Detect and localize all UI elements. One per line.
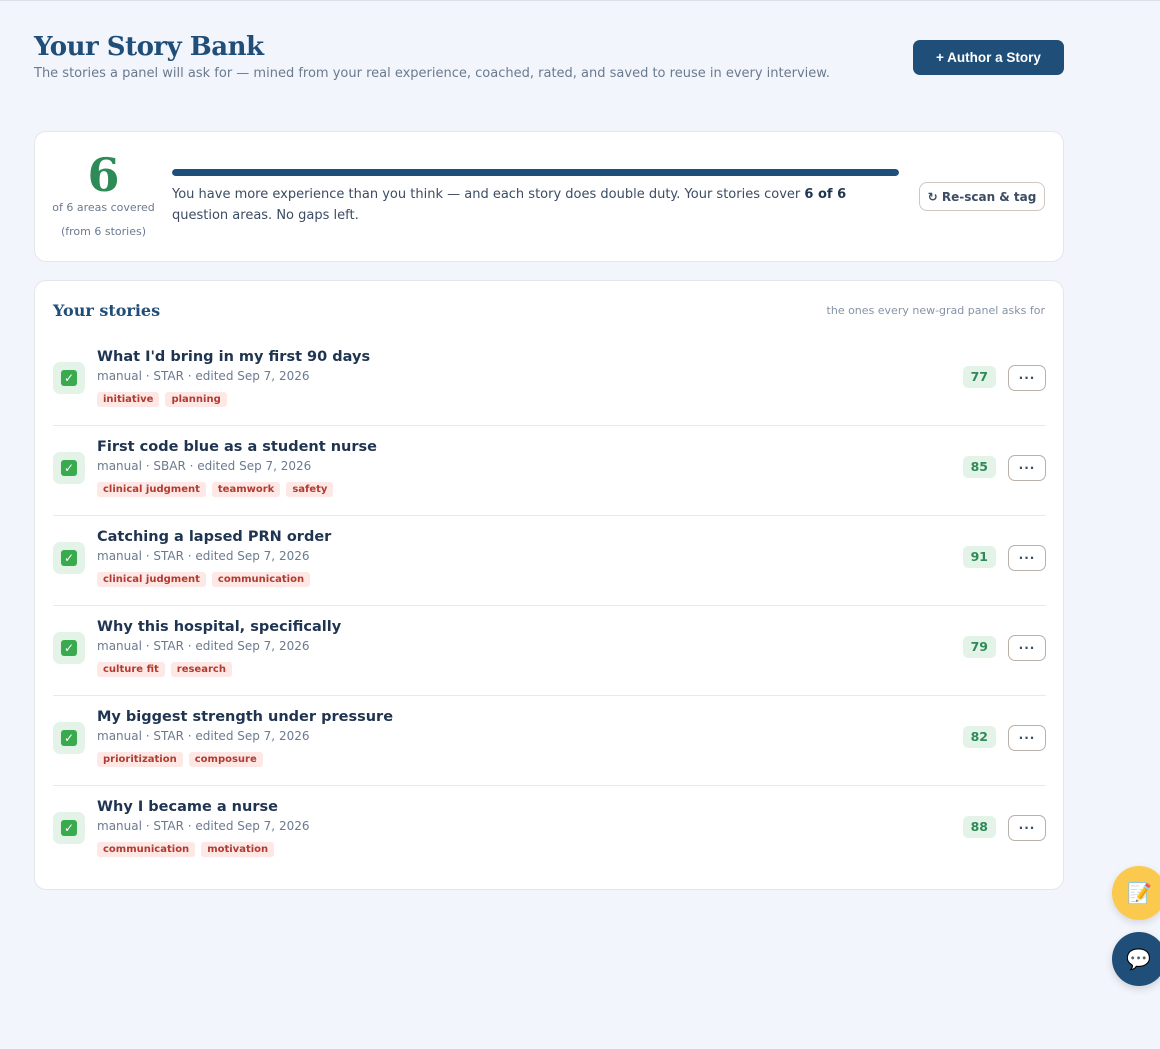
story-score-badge: 79 <box>962 636 996 658</box>
story-title[interactable]: What I'd bring in my first 90 days <box>97 348 370 366</box>
coverage-message: You have more experience than you think … <box>172 184 899 226</box>
author-story-button[interactable]: + Author a Story <box>913 40 1064 75</box>
story-tag: clinical judgment <box>97 482 206 497</box>
coverage-progress-bar <box>172 169 899 176</box>
story-more-button[interactable]: ··· <box>1008 545 1046 571</box>
coverage-progress-fill <box>172 169 899 176</box>
stories-section-title: Your stories <box>53 301 161 320</box>
story-tag: communication <box>211 572 311 587</box>
story-tag: research <box>170 662 232 677</box>
story-tags: communication motivation <box>97 842 275 857</box>
story-title[interactable]: Why this hospital, specifically <box>97 618 341 636</box>
check-badge: ✓ <box>53 452 85 484</box>
story-title[interactable]: First code blue as a student nurse <box>97 438 377 456</box>
story-meta: manual · STAR · edited Sep 7, 2026 <box>97 369 310 383</box>
story-more-button[interactable]: ··· <box>1008 635 1046 661</box>
story-tags: prioritization composure <box>97 752 263 767</box>
check-badge: ✓ <box>53 632 85 664</box>
story-score-badge: 77 <box>962 366 996 388</box>
coverage-areas-text: of 6 areas covered <box>52 201 155 214</box>
story-meta: manual · STAR · edited Sep 7, 2026 <box>97 639 310 653</box>
page-subtitle: The stories a panel will ask for — mined… <box>34 66 830 81</box>
coverage-card: 6 of 6 areas covered (from 6 stories) Yo… <box>34 131 1064 262</box>
check-icon: ✓ <box>61 820 77 836</box>
story-row[interactable]: ✓ Why this hospital, specifically manual ·… <box>53 606 1046 696</box>
coverage-message-end: question areas. No gaps left. <box>172 208 359 223</box>
story-tag: teamwork <box>211 482 281 497</box>
story-score-badge: 85 <box>962 456 996 478</box>
stories-card: Your stories the ones every new-grad pan… <box>34 280 1064 890</box>
story-more-button[interactable]: ··· <box>1008 455 1046 481</box>
story-meta: manual · SBAR · edited Sep 7, 2026 <box>97 459 312 473</box>
story-tag: safety <box>286 482 334 497</box>
check-badge: ✓ <box>53 812 85 844</box>
story-tag: communication <box>97 842 196 857</box>
story-tags: clinical judgment communication <box>97 572 311 587</box>
page-header: Your Story Bank The stories a panel will… <box>34 31 1064 91</box>
story-more-button[interactable]: ··· <box>1008 815 1046 841</box>
story-list: ✓ What I'd bring in my first 90 days manua… <box>53 336 1046 876</box>
coverage-count: 6 <box>87 148 120 202</box>
check-icon: ✓ <box>61 640 77 656</box>
story-tag: planning <box>165 392 227 407</box>
story-tag: culture fit <box>97 662 165 677</box>
story-tag: motivation <box>201 842 275 857</box>
story-row[interactable]: ✓ My biggest strength under pressure manua… <box>53 696 1046 786</box>
chat-icon: 💬 <box>1126 947 1151 971</box>
story-tag: clinical judgment <box>97 572 206 587</box>
page-title: Your Story Bank <box>34 32 264 62</box>
check-icon: ✓ <box>61 730 77 746</box>
story-meta: manual · STAR · edited Sep 7, 2026 <box>97 729 310 743</box>
check-icon: ✓ <box>61 370 77 386</box>
story-row[interactable]: ✓ Why I became a nurse manual · STAR · edi… <box>53 786 1046 876</box>
check-badge: ✓ <box>53 722 85 754</box>
coverage-message-start: You have more experience than you think … <box>172 187 805 202</box>
story-title[interactable]: Catching a lapsed PRN order <box>97 528 331 546</box>
story-score-badge: 91 <box>962 546 996 568</box>
chat-fab-button[interactable]: 💬 <box>1112 932 1160 986</box>
story-score-badge: 88 <box>962 816 996 838</box>
rescan-tag-button[interactable]: ↻ Re-scan & tag <box>919 182 1045 211</box>
coverage-message-bold: 6 of 6 <box>804 187 847 202</box>
story-tags: clinical judgment teamwork safety <box>97 482 334 497</box>
story-tag: prioritization <box>97 752 183 767</box>
stories-section-hint: the ones every new-grad panel asks for <box>826 304 1045 317</box>
notes-fab-button[interactable]: 📝 <box>1112 866 1160 920</box>
coverage-from-text: (from 6 stories) <box>60 225 147 238</box>
story-meta: manual · STAR · edited Sep 7, 2026 <box>97 819 310 833</box>
story-tag: composure <box>188 752 263 767</box>
story-tag: initiative <box>97 392 160 407</box>
story-row[interactable]: ✓ What I'd bring in my first 90 days manua… <box>53 336 1046 426</box>
story-more-button[interactable]: ··· <box>1008 725 1046 751</box>
check-icon: ✓ <box>61 550 77 566</box>
story-more-button[interactable]: ··· <box>1008 365 1046 391</box>
story-tags: culture fit research <box>97 662 232 677</box>
story-title[interactable]: Why I became a nurse <box>97 798 278 816</box>
story-tags: initiative planning <box>97 392 227 407</box>
story-row[interactable]: ✓ First code blue as a student nurse manua… <box>53 426 1046 516</box>
check-badge: ✓ <box>53 362 85 394</box>
notes-icon: 📝 <box>1127 881 1152 905</box>
story-title[interactable]: My biggest strength under pressure <box>97 708 393 726</box>
story-meta: manual · STAR · edited Sep 7, 2026 <box>97 549 310 563</box>
check-badge: ✓ <box>53 542 85 574</box>
story-row[interactable]: ✓ Catching a lapsed PRN order manual · STA… <box>53 516 1046 606</box>
story-score-badge: 82 <box>962 726 996 748</box>
check-icon: ✓ <box>61 460 77 476</box>
